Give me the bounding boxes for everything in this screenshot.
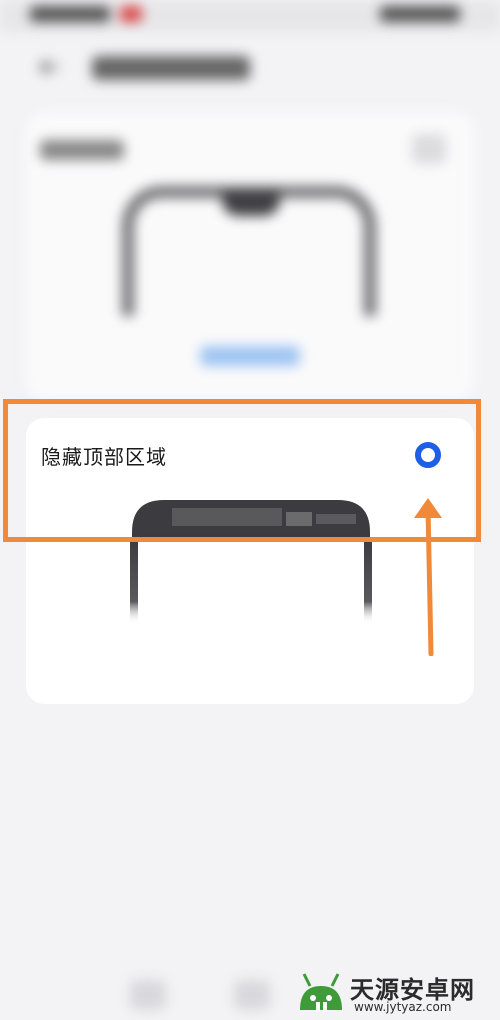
phone-notch [222,190,280,216]
status-icons [380,6,460,22]
preview-corner-indicator [412,134,446,164]
status-notification [120,6,142,22]
screen: 隐藏顶部区域 天源安卓网 www.jytyaz.com [0,0,500,1020]
page-title [92,56,250,80]
status-bar [0,0,500,32]
bottom-icon-2 [234,980,270,1010]
watermark: 天源安卓网 www.jytyaz.com [296,970,492,1014]
back-arrow-icon[interactable] [38,58,60,76]
preview-label [40,140,124,160]
watermark-url: www.jytyaz.com [354,1000,452,1014]
arrow-up-icon [404,494,454,656]
android-robot-icon [296,970,346,1014]
preview-link[interactable] [200,346,300,366]
status-time [30,6,110,22]
bottom-icon-1 [130,980,166,1010]
